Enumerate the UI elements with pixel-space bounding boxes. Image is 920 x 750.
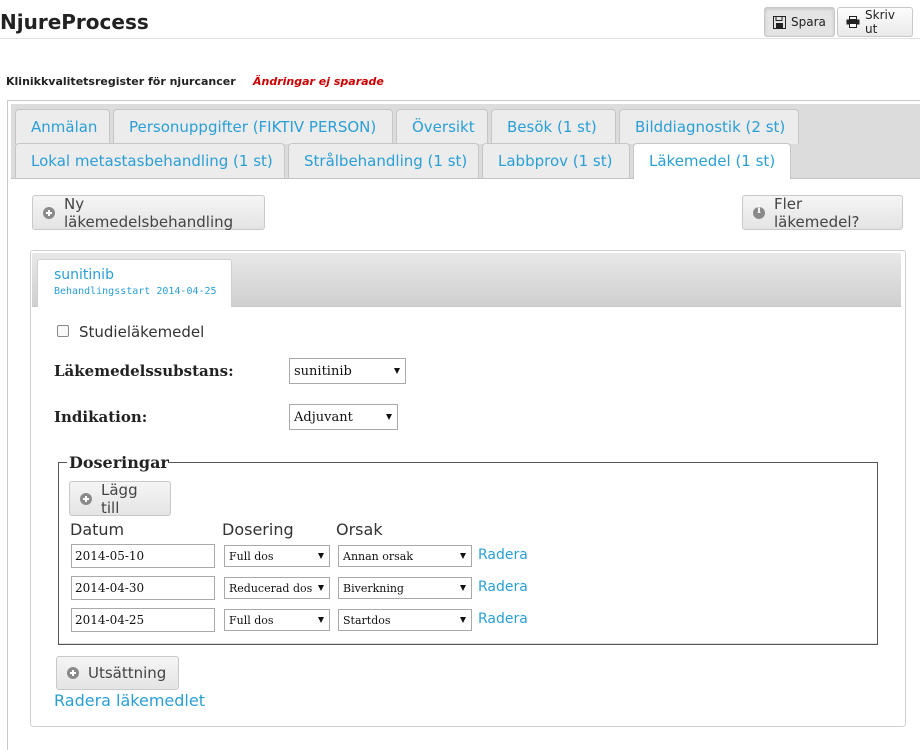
tab-besok[interactable]: Besök (1 st) [491, 109, 616, 144]
header-orsak: Orsak [336, 520, 383, 539]
discontinue-button[interactable]: Utsättning [56, 656, 179, 690]
caret-down-icon [394, 368, 400, 374]
add-dose-button[interactable]: Lägg till [69, 480, 171, 517]
header-datum: Datum [70, 520, 125, 539]
add-dose-label: Lägg till [101, 480, 138, 517]
fieldset-border-top [168, 462, 878, 463]
print-label: Skriv ut [865, 8, 895, 36]
unsaved-notice: Ändringar ej sparade [253, 75, 384, 88]
header-divider [0, 38, 920, 39]
more-drugs-label: Fler läkemedel? [774, 194, 860, 231]
reason-value: Startdos [343, 613, 391, 627]
caret-down-icon [460, 553, 466, 559]
substance-value: sunitinib [294, 363, 352, 379]
new-treatment-button[interactable]: Ny läkemedelsbehandling [32, 194, 265, 231]
reason-value: Biverkning [343, 581, 404, 595]
drug-tab-name: sunitinib [54, 267, 114, 283]
substance-select[interactable]: sunitinib [289, 358, 406, 384]
delete-drug-link[interactable]: Radera läkemedlet [54, 691, 205, 710]
plus-circle-icon [67, 667, 79, 679]
discontinue-label: Utsättning [88, 664, 167, 682]
print-button[interactable]: Skriv ut [837, 7, 913, 37]
reason-select[interactable]: Biverkning [338, 577, 472, 599]
printer-icon [846, 16, 860, 28]
caret-down-icon [318, 617, 324, 623]
caret-down-icon [318, 553, 324, 559]
indication-label: Indikation: [54, 408, 148, 426]
new-treatment-label: Ny läkemedelsbehandling [64, 194, 234, 231]
delete-dose-link[interactable]: Radera [478, 611, 528, 627]
delete-dose-link[interactable]: Radera [478, 579, 528, 595]
tab-stralbehandling[interactable]: Strålbehandling (1 st) [288, 143, 479, 178]
dose-select[interactable]: Reducerad dos [224, 577, 330, 599]
dose-select[interactable]: Full dos [224, 609, 330, 631]
save-button[interactable]: Spara [764, 7, 835, 37]
delete-dose-link[interactable]: Radera [478, 547, 528, 563]
tab-anmalan[interactable]: Anmälan [15, 109, 110, 144]
tab-personuppgifter[interactable]: Personuppgifter (FIKTIV PERSON) [113, 109, 393, 144]
reason-value: Annan orsak [343, 549, 414, 563]
dose-value: Full dos [229, 549, 274, 563]
study-drug-checkbox[interactable] [57, 325, 69, 337]
dose-date-input[interactable]: 2014-04-30 [71, 576, 215, 600]
register-name: Klinikkvalitetsregister för njurcancer [6, 75, 236, 88]
tab-lakemedel[interactable]: Läkemedel (1 st) [633, 143, 791, 179]
more-drugs-button[interactable]: Fler läkemedel? [742, 194, 903, 231]
drug-tab-start-date: Behandlingsstart 2014-04-25 [54, 286, 217, 297]
substance-label: Läkemedelssubstans: [54, 362, 234, 380]
indication-select[interactable]: Adjuvant [289, 404, 398, 430]
save-label: Spara [791, 15, 826, 29]
info-circle-icon [753, 205, 765, 219]
fieldset-border-top [58, 462, 67, 463]
tab-lokal-metastasbehandling[interactable]: Lokal metastasbehandling (1 st) [15, 143, 285, 178]
plus-circle-icon [80, 492, 92, 505]
dose-value: Full dos [229, 613, 274, 627]
reason-select[interactable]: Startdos [338, 609, 472, 631]
caret-down-icon [460, 585, 466, 591]
reason-select[interactable]: Annan orsak [338, 545, 472, 567]
dosing-legend: Doseringar [69, 453, 169, 472]
tab-labbprov[interactable]: Labbprov (1 st) [482, 143, 630, 178]
caret-down-icon [460, 617, 466, 623]
caret-down-icon [386, 414, 392, 420]
dose-date-input[interactable]: 2014-05-10 [71, 544, 215, 568]
floppy-disk-icon [773, 15, 786, 29]
tab-bilddiagnostik[interactable]: Bilddiagnostik (2 st) [619, 109, 799, 144]
indication-value: Adjuvant [294, 409, 353, 425]
study-drug-label: Studieläkemedel [79, 323, 205, 341]
dose-select[interactable]: Full dos [224, 545, 330, 567]
tab-oversikt[interactable]: Översikt [396, 109, 488, 144]
plus-circle-icon [43, 206, 55, 219]
caret-down-icon [318, 585, 324, 591]
app-title: NjureProcess [0, 10, 149, 34]
dose-date-input[interactable]: 2014-04-25 [71, 608, 215, 632]
header-dosering: Dosering [222, 520, 294, 539]
dose-value: Reducerad dos [229, 581, 313, 595]
